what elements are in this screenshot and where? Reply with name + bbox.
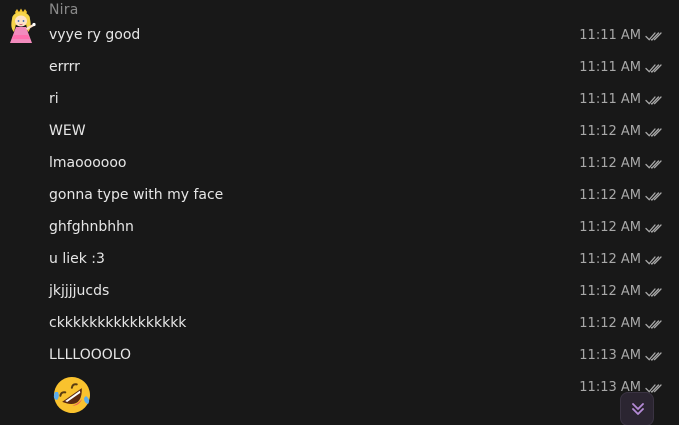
message-row[interactable]: lmaoooooo 11:12 AM <box>0 149 679 181</box>
message-text: jkjjjjucds <box>49 283 110 299</box>
message-text: gonna type with my face <box>49 187 224 203</box>
sender-name[interactable]: Nira <box>49 2 79 18</box>
message-row[interactable]: WEW 11:12 AM <box>0 117 679 149</box>
message-text: LLLLOOOLO <box>49 347 132 363</box>
message-row[interactable]: errrr 11:11 AM <box>0 53 679 85</box>
double-check-icon <box>645 64 662 73</box>
message-text: WEW <box>49 123 86 139</box>
double-check-icon <box>645 352 662 361</box>
message-text: ri <box>49 91 59 107</box>
double-check-icon <box>645 288 662 297</box>
double-check-icon <box>645 128 662 137</box>
double-check-icon <box>645 32 662 41</box>
message-row[interactable]: 11:13 AM <box>0 373 679 425</box>
message-text: ckkkkkkkkkkkkkkkk <box>49 315 187 331</box>
double-check-icon <box>645 320 662 329</box>
message-timestamp: 11:12 AM <box>579 220 641 235</box>
message-row[interactable]: ri 11:11 AM <box>0 85 679 117</box>
double-chevron-down-icon <box>632 403 644 415</box>
message-text: lmaoooooo <box>49 155 127 171</box>
message-timestamp: 11:12 AM <box>579 156 641 171</box>
message-timestamp: 11:12 AM <box>579 124 641 139</box>
message-row[interactable]: ckkkkkkkkkkkkkkkk 11:12 AM <box>0 309 679 341</box>
message-timestamp: 11:12 AM <box>579 284 641 299</box>
message-timestamp: 11:11 AM <box>579 60 641 75</box>
double-check-icon <box>645 192 662 201</box>
double-check-icon <box>645 160 662 169</box>
scroll-to-bottom-button[interactable] <box>620 392 654 425</box>
rolling-on-floor-laughing-icon <box>53 377 90 413</box>
message-row[interactable]: u liek :3 11:12 AM <box>0 245 679 277</box>
message-row[interactable]: jkjjjjucds 11:12 AM <box>0 277 679 309</box>
message-group-header: Nira <box>0 0 679 43</box>
message-row[interactable]: LLLLOOOLO 11:13 AM <box>0 341 679 373</box>
double-check-icon <box>645 224 662 233</box>
message-timestamp: 11:11 AM <box>579 28 641 43</box>
message-timestamp: 11:12 AM <box>579 252 641 267</box>
message-row[interactable]: ghfghnbhhn 11:12 AM <box>0 213 679 245</box>
message-timestamp: 11:11 AM <box>579 92 641 107</box>
message-text: u liek :3 <box>49 251 105 267</box>
message-text: vyye ry good <box>49 27 141 43</box>
chat-history[interactable]: Nira vyye ry good 11:11 AM errrr 11:11 A… <box>0 0 679 425</box>
message-timestamp: 11:13 AM <box>579 348 641 363</box>
message-text: ghfghnbhhn <box>49 219 134 235</box>
message-row[interactable]: gonna type with my face 11:12 AM <box>0 181 679 213</box>
message-timestamp: 11:12 AM <box>579 188 641 203</box>
double-check-icon <box>645 256 662 265</box>
message-text: errrr <box>49 59 80 75</box>
message-timestamp: 11:12 AM <box>579 316 641 331</box>
message-row[interactable]: vyye ry good 11:11 AM <box>0 21 679 53</box>
double-check-icon <box>645 96 662 105</box>
